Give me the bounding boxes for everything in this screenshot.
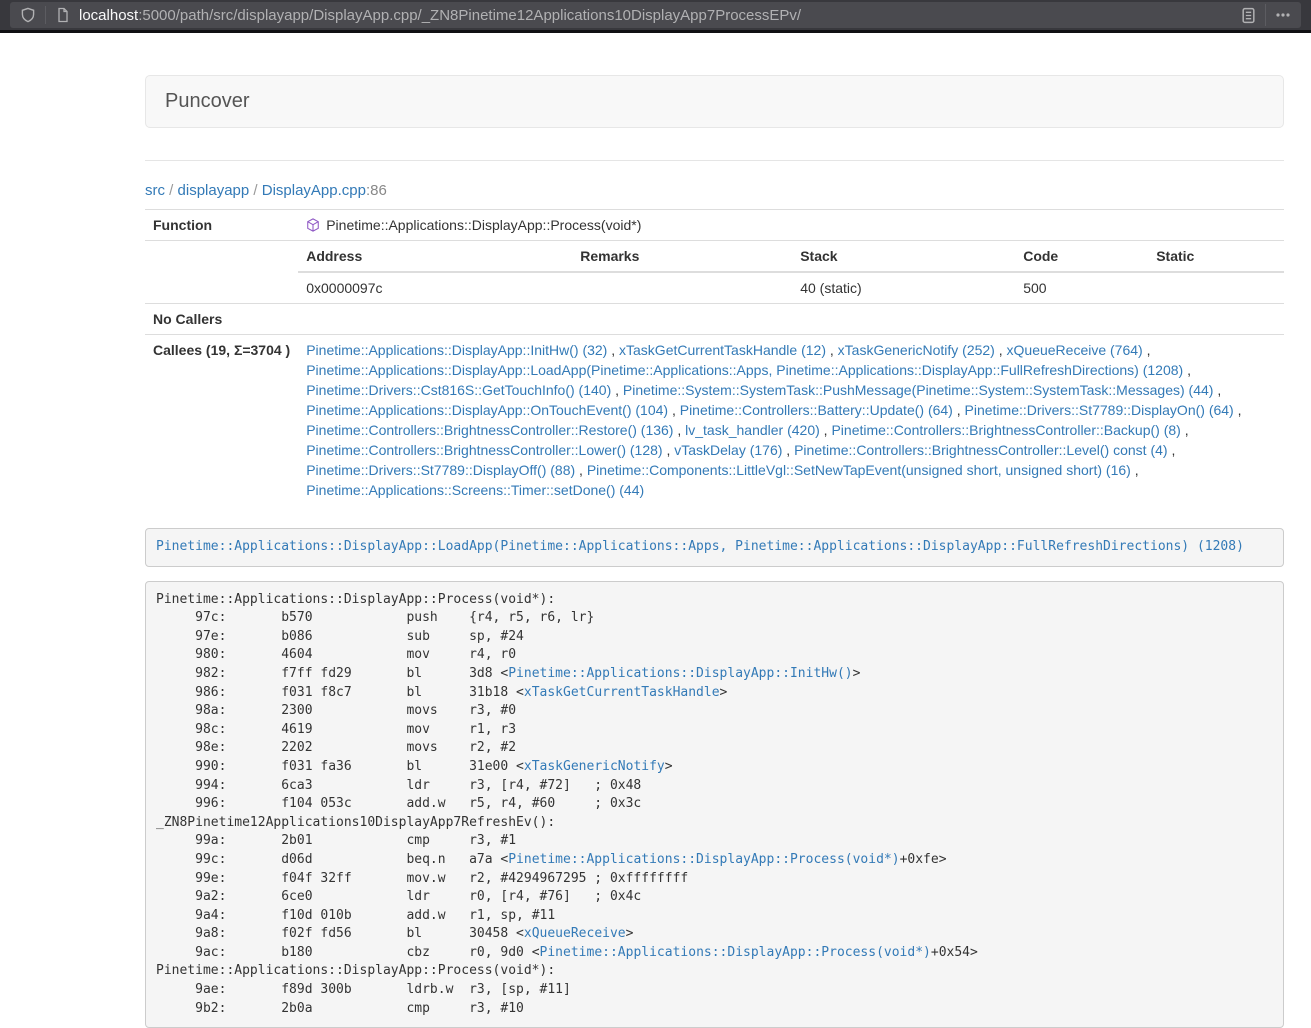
divider [145,160,1284,161]
callee-link[interactable]: xTaskGetCurrentTaskHandle (12) [619,342,826,358]
column-header: Address [298,241,572,272]
page-info-icon[interactable] [53,5,73,25]
callee-link[interactable]: vTaskDelay (176) [674,442,782,458]
callee-link[interactable]: Pinetime::Controllers::Battery::Update()… [680,402,953,418]
url-text[interactable]: localhost:5000/path/src/displayapp/Displ… [79,7,1238,24]
callee-separator: , [668,402,680,418]
no-callers-row: No Callers [145,304,1284,335]
callee-link[interactable]: Pinetime::Drivers::St7789::DisplayOn() (… [965,402,1234,418]
app-header-panel: Puncover [145,75,1284,128]
callee-separator: , [820,422,832,438]
breadcrumb-link[interactable]: DisplayApp.cpp [262,182,366,199]
callee-link[interactable]: Pinetime::System::SystemTask::PushMessag… [623,382,1214,398]
callees-label: Callees (19, Σ=3704 ) [145,335,298,506]
url-host: localhost [79,7,138,24]
callee-link[interactable]: Pinetime::Drivers::St7789::DisplayOff() … [306,462,575,478]
browser-toolbar: localhost:5000/path/src/displayapp/Displ… [0,0,1311,33]
column-header: Code [1015,241,1148,272]
callees-row: Callees (19, Σ=3704 ) Pinetime::Applicat… [145,335,1284,506]
column-header: Static [1148,241,1284,272]
callee-separator: , [782,442,794,458]
no-callers-label: No Callers [145,304,298,335]
page-content: Puncover src / displayapp / DisplayApp.c… [145,75,1284,1028]
value-cell: 0x0000097c [298,272,572,303]
details-value-row: 0x0000097c 40 (static)500 [298,272,1284,303]
empty-row-label [145,241,298,304]
callee-separator: , [663,442,675,458]
callee-separator: , [1168,442,1176,458]
function-name: Pinetime::Applications::DisplayApp::Proc… [326,217,641,233]
callee-link[interactable]: lv_task_handler (420) [685,422,820,438]
function-name-cell: Pinetime::Applications::DisplayApp::Proc… [298,210,1284,241]
callee-separator: , [953,402,965,418]
asm-symbol-link[interactable]: xTaskGetCurrentTaskHandle [524,685,720,700]
callee-link[interactable]: Pinetime::Controllers::BrightnessControl… [306,442,662,458]
url-path: :5000/path/src/displayapp/DisplayApp.cpp… [138,7,801,24]
breadcrumb-line-number: :86 [366,182,387,199]
column-header: Stack [792,241,1015,272]
callee-link[interactable]: Pinetime::Applications::DisplayApp::Init… [306,342,607,358]
asm-symbol-link[interactable]: Pinetime::Applications::DisplayApp::Init… [508,666,852,681]
callee-separator: , [1183,362,1191,378]
value-cell [1148,272,1284,303]
value-cell [572,272,792,303]
breadcrumb: src / displayapp / DisplayApp.cpp:86 [145,181,1284,201]
loadapp-snippet-box: Pinetime::Applications::DisplayApp::Load… [145,528,1284,567]
function-row: Function Pinetime::Applications::Display… [145,210,1284,241]
breadcrumb-separator: / [249,182,262,199]
breadcrumb-separator: / [165,182,178,199]
column-header: Remarks [572,241,792,272]
toolbar-separator [45,6,46,24]
toolbar-separator [1265,4,1266,26]
callee-separator: , [575,462,587,478]
callee-link[interactable]: xTaskGenericNotify (252) [838,342,995,358]
callee-separator: , [1143,342,1151,358]
callee-link[interactable]: Pinetime::Applications::DisplayApp::Load… [306,362,1183,378]
asm-symbol-link[interactable]: Pinetime::Applications::DisplayApp::Proc… [508,852,899,867]
callee-separator: , [611,382,623,398]
callee-link[interactable]: Pinetime::Controllers::BrightnessControl… [306,422,673,438]
address-bar[interactable]: localhost:5000/path/src/displayapp/Displ… [10,2,1301,28]
asm-symbol-link[interactable]: Pinetime::Applications::DisplayApp::Proc… [540,945,931,960]
callee-link[interactable]: Pinetime::Controllers::BrightnessControl… [831,422,1180,438]
callee-separator: , [995,342,1007,358]
function-details-table: AddressRemarksStackCodeStatic 0x0000097c… [298,241,1284,303]
callee-separator: , [1181,422,1189,438]
callee-link[interactable]: Pinetime::Drivers::Cst816S::GetTouchInfo… [306,382,611,398]
callee-link[interactable]: Pinetime::Applications::Screens::Timer::… [306,482,644,498]
function-table: Function Pinetime::Applications::Display… [145,209,1284,505]
callee-link[interactable]: Pinetime::Controllers::BrightnessControl… [794,442,1167,458]
callee-link[interactable]: Pinetime::Applications::DisplayApp::OnTo… [306,402,668,418]
tracking-protection-shield-icon[interactable] [18,5,38,25]
breadcrumb-link[interactable]: displayapp [178,182,250,199]
callee-link[interactable]: Pinetime::Components::LittleVgl::SetNewT… [587,462,1131,478]
callee-separator: , [607,342,619,358]
value-cell: 40 (static) [792,272,1015,303]
callee-separator: , [1213,382,1221,398]
function-details-cell: AddressRemarksStackCodeStatic 0x0000097c… [298,241,1284,304]
callee-separator: , [673,422,685,438]
breadcrumb-link[interactable]: src [145,182,165,199]
reader-mode-icon[interactable] [1238,5,1258,25]
callee-separator: , [1131,462,1139,478]
callee-separator: , [826,342,838,358]
details-header-row: AddressRemarksStackCodeStatic [298,241,1284,272]
function-details-row: AddressRemarksStackCodeStatic 0x0000097c… [145,241,1284,304]
symbol-cube-icon [306,217,320,231]
asm-symbol-link[interactable]: xQueueReceive [524,926,626,941]
function-row-label: Function [145,210,298,241]
page-actions-menu-icon[interactable] [1273,5,1293,25]
asm-symbol-link[interactable]: xTaskGenericNotify [524,759,665,774]
value-cell: 500 [1015,272,1148,303]
callee-link[interactable]: xQueueReceive (764) [1007,342,1143,358]
page-title: Puncover [165,90,1264,113]
loadapp-link[interactable]: Pinetime::Applications::DisplayApp::Load… [156,539,1244,554]
callees-list: Pinetime::Applications::DisplayApp::Init… [298,335,1284,506]
no-callers-cell [298,304,1284,335]
callee-separator: , [1234,402,1242,418]
disassembly-listing: Pinetime::Applications::DisplayApp::Proc… [145,581,1284,1028]
